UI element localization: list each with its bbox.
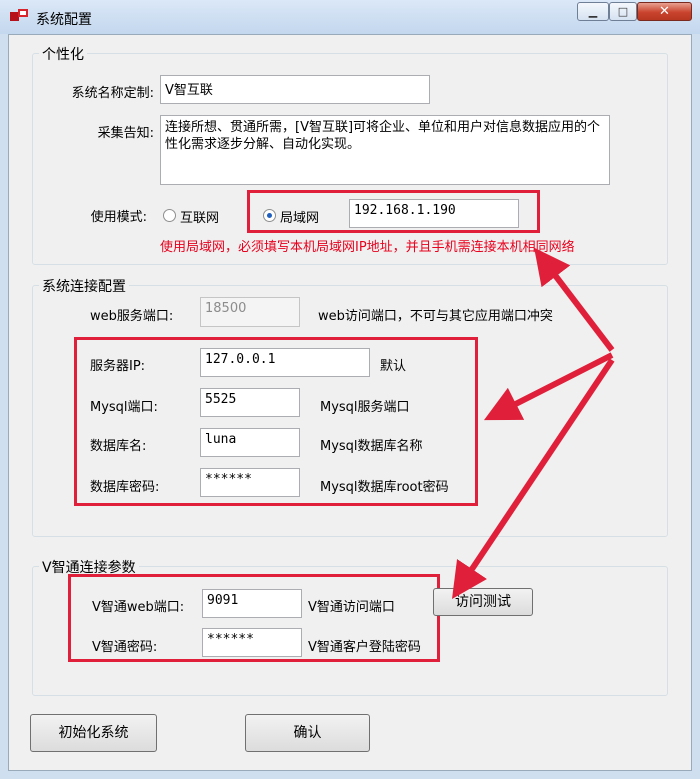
mysql-port-label: Mysql端口: [90,400,158,415]
mysql-port-note: Mysql服务端口 [320,400,410,415]
vzhitong-web-port-note: V智通访问端口 [308,600,395,615]
mysql-port-input[interactable]: 5525 [200,388,300,417]
web-port-label: web服务端口: [90,309,174,324]
window-title: 系统配置 [36,12,92,28]
init-system-button[interactable]: 初始化系统 [30,714,157,752]
personalization-legend: 个性化 [39,44,87,64]
lan-ip-input[interactable]: 192.168.1.190 [349,199,519,228]
vzhitong-web-port-input[interactable]: 9091 [202,589,302,618]
notice-textarea[interactable]: 连接所想、贯通所需，[V智互联]可将企业、单位和用户对信息数据应用的个性化需求逐… [160,115,610,185]
mode-internet-label[interactable]: 互联网 [180,207,219,226]
app-icon [10,9,28,21]
mode-label: 使用模式: [90,210,147,225]
server-ip-input[interactable]: 127.0.0.1 [200,348,370,377]
vzhitong-password-note: V智通客户登陆密码 [308,640,421,655]
db-password-input[interactable]: ****** [200,468,300,497]
server-ip-note: 默认 [380,359,407,374]
maximize-icon: □ [617,5,629,18]
lan-warning-text: 使用局域网，必须填写本机局域网IP地址，并且手机需连接本机相同网络 [160,240,575,255]
db-name-note: Mysql数据库名称 [320,439,423,454]
mode-lan-label[interactable]: 局域网 [280,207,319,226]
mode-lan-radio[interactable] [263,209,276,222]
db-name-input[interactable]: luna [200,428,300,457]
db-password-note: Mysql数据库root密码 [320,480,449,495]
web-port-input: 18500 [200,297,300,327]
access-test-button[interactable]: 访问测试 [433,588,533,616]
notice-label: 采集告知: [97,126,154,141]
server-ip-label: 服务器IP: [90,359,146,374]
vzhitong-password-input[interactable]: ****** [202,628,302,657]
maximize-button[interactable]: □ [609,2,637,21]
db-name-label: 数据库名: [90,439,147,454]
vzhitong-password-label: V智通密码: [92,640,158,655]
close-button[interactable]: ✕ [637,2,692,21]
mode-internet-radio[interactable] [163,209,176,222]
minimize-button[interactable]: ▁ [577,2,609,21]
web-port-note: web访问端口，不可与其它应用端口冲突 [318,309,553,324]
connection-legend: 系统连接配置 [39,276,129,296]
system-name-label: 系统名称定制: [71,86,154,101]
minimize-icon: ▁ [588,5,598,18]
system-name-input[interactable]: V智互联 [160,75,430,104]
vzhitong-web-port-label: V智通web端口: [92,600,185,615]
close-icon: ✕ [659,4,670,19]
confirm-button[interactable]: 确认 [245,714,370,752]
db-password-label: 数据库密码: [90,480,160,495]
